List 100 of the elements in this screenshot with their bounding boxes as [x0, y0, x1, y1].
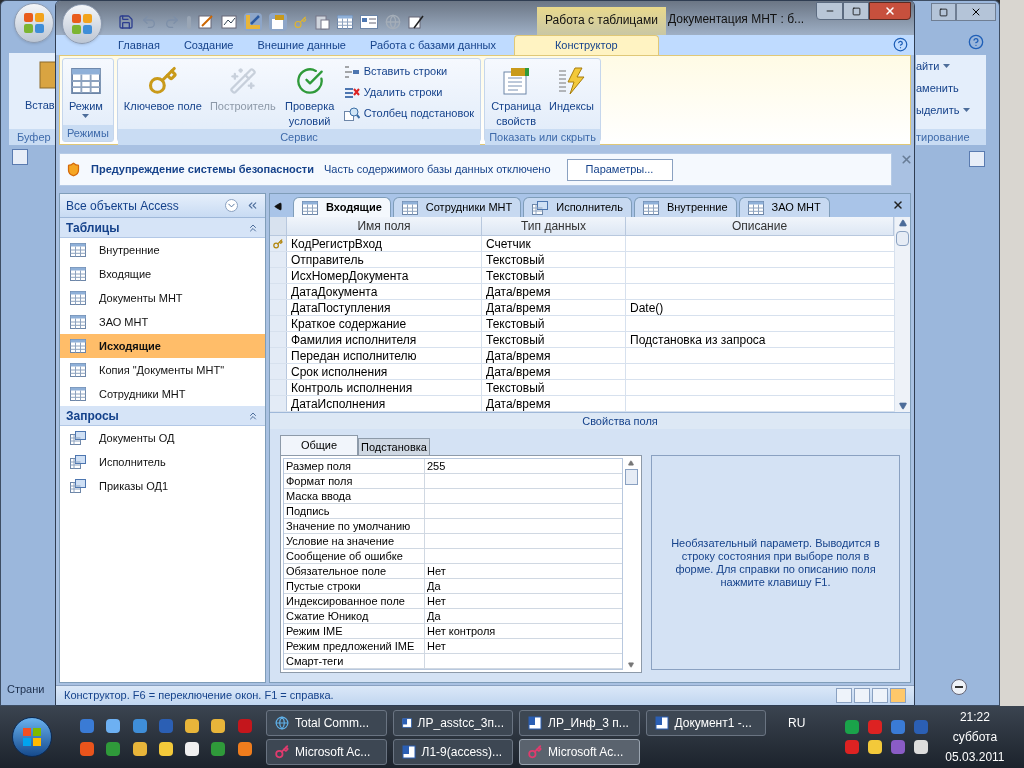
- select-all-cell[interactable]: [270, 217, 287, 235]
- ribbon-command[interactable]: Индексы: [547, 59, 596, 129]
- tray-icon[interactable]: [914, 740, 929, 754]
- language-indicator[interactable]: RU: [788, 714, 806, 732]
- row-selector[interactable]: [270, 236, 287, 251]
- zoom-button[interactable]: [951, 679, 967, 695]
- office-button[interactable]: [62, 4, 102, 44]
- taskbar-button[interactable]: Microsoft Ac...: [266, 738, 387, 765]
- hand-sheet-icon[interactable]: [269, 13, 287, 31]
- launch-icon[interactable]: [132, 741, 147, 756]
- section-title: Свойства поля: [270, 412, 910, 429]
- ribbon-tab[interactable]: Создание: [171, 35, 246, 55]
- group-title: Таблицы: [66, 219, 121, 237]
- scroll-down-icon[interactable]: [628, 662, 634, 668]
- office-button[interactable]: [14, 3, 54, 43]
- table-edit-icon[interactable]: [198, 14, 214, 30]
- taskbar-button[interactable]: Л1-9(access)...: [392, 738, 513, 765]
- document-tab[interactable]: Сотрудники МНТ: [392, 197, 522, 217]
- taskbar-button[interactable]: Microsoft Ac...: [519, 738, 640, 765]
- scroll-up-icon[interactable]: [628, 460, 634, 466]
- group-header[interactable]: Таблицы: [60, 218, 265, 238]
- navigation-item[interactable]: Документы ОД: [60, 426, 265, 450]
- ribbon-command[interactable]: Ключевое поле: [121, 59, 204, 129]
- property-value: Да: [427, 580, 441, 592]
- ribbon-command[interactable]: Режим: [67, 59, 105, 125]
- help-icon[interactable]: [893, 37, 908, 52]
- ribbon-command[interactable]: ыделить: [916, 99, 986, 121]
- ribbon-command[interactable]: айти: [916, 55, 986, 77]
- close-icon[interactable]: [892, 199, 904, 211]
- navigation-item[interactable]: Исполнитель: [60, 450, 265, 474]
- ribbon-command[interactable]: Вставить строки: [341, 61, 477, 82]
- warning-title: Предупреждение системы безопасности: [91, 162, 314, 178]
- paste-icon[interactable]: [314, 14, 330, 30]
- ribbon-group-label: Режимы: [63, 125, 113, 141]
- ribbon-tab[interactable]: Внешние данные: [245, 35, 358, 55]
- ribbon-command[interactable]: Удалить строки: [341, 82, 477, 103]
- property-tab[interactable]: Общие: [280, 435, 358, 455]
- document-tab[interactable]: ЗАО МНТ: [738, 197, 830, 217]
- ribbon-command[interactable]: Столбец подстановок: [341, 103, 477, 124]
- table-cell: Отправитель: [287, 252, 482, 267]
- view-button[interactable]: [872, 688, 888, 703]
- navigation-item[interactable]: ЗАО МНТ: [60, 310, 265, 334]
- ribbon-command[interactable]: Встав: [25, 97, 55, 114]
- launch-icon[interactable]: [237, 741, 252, 756]
- close-button[interactable]: [869, 2, 911, 20]
- document-tab[interactable]: Исполнитель: [523, 197, 632, 217]
- maximize-button[interactable]: [843, 2, 869, 20]
- collapse-icon[interactable]: [246, 199, 259, 212]
- taskbar-button[interactable]: ЛР_Инф_3 п...: [519, 709, 640, 736]
- launch-icon[interactable]: [158, 741, 173, 756]
- options-button[interactable]: Параметры...: [566, 158, 673, 181]
- help-icon[interactable]: [968, 34, 984, 50]
- restore-button[interactable]: [931, 3, 956, 21]
- key-icon[interactable]: [294, 15, 307, 29]
- navigation-item[interactable]: Внутренние: [60, 238, 265, 262]
- table-icon: [70, 68, 101, 94]
- view-button[interactable]: [854, 688, 870, 703]
- scroll-left-icon[interactable]: [274, 202, 283, 211]
- scroll-up-icon[interactable]: [898, 219, 907, 227]
- navigation-item[interactable]: Исходящие: [60, 334, 265, 358]
- launch-icon[interactable]: [211, 718, 226, 733]
- document-tab[interactable]: Входящие: [293, 197, 391, 217]
- tray-icon[interactable]: [868, 740, 883, 754]
- save-icon[interactable]: [118, 14, 134, 30]
- scroll-down-icon[interactable]: [898, 402, 907, 410]
- taskbar-button[interactable]: Total Comm...: [266, 709, 387, 736]
- start-button[interactable]: [12, 717, 52, 757]
- key-icon: [273, 238, 283, 249]
- property-tab[interactable]: Подстановка: [358, 438, 430, 455]
- scroll-thumb[interactable]: [896, 231, 909, 246]
- view-button[interactable]: [836, 688, 852, 703]
- ruler-pencil-icon[interactable]: [244, 13, 262, 31]
- launch-icon[interactable]: [106, 718, 121, 733]
- ribbon-command[interactable]: аменить: [916, 77, 986, 99]
- group-header[interactable]: Запросы: [60, 406, 265, 426]
- ribbon-command[interactable]: Страница свойств: [489, 59, 544, 129]
- ribbon-command[interactable]: Проверка условий: [281, 59, 338, 129]
- sheet-wand-icon[interactable]: [408, 14, 424, 30]
- taskbar-button[interactable]: Документ1 -...: [645, 709, 766, 736]
- launch-icon[interactable]: [185, 718, 200, 733]
- chart-sheet-icon[interactable]: [221, 14, 237, 30]
- document-tab[interactable]: Внутренние: [633, 197, 737, 217]
- dropdown-icon[interactable]: [225, 199, 238, 212]
- navigation-item[interactable]: Приказы ОД1: [60, 474, 265, 498]
- ribbon-tab[interactable]: Работа с базами данных: [357, 35, 508, 55]
- view-button[interactable]: [890, 688, 906, 703]
- navigation-item[interactable]: Документы МНТ: [60, 286, 265, 310]
- navigation-item[interactable]: Копия "Документы МНТ": [60, 358, 265, 382]
- taskbar-button[interactable]: ЛР_asstcc_3п...: [392, 709, 513, 736]
- ribbon-tab[interactable]: Конструктор: [513, 35, 659, 55]
- scroll-thumb[interactable]: [624, 469, 638, 485]
- scrollbar[interactable]: [623, 458, 639, 670]
- navigation-item[interactable]: Входящие: [60, 262, 265, 286]
- scrollbar[interactable]: [894, 217, 910, 412]
- navigation-item[interactable]: Сотрудники МНТ: [60, 382, 265, 406]
- launch-icon[interactable]: [185, 741, 200, 756]
- property-label: Подпись: [284, 504, 425, 518]
- minimize-button[interactable]: [816, 2, 843, 20]
- form-icon[interactable]: [360, 15, 378, 29]
- ribbon-tab[interactable]: Главная: [106, 35, 172, 55]
